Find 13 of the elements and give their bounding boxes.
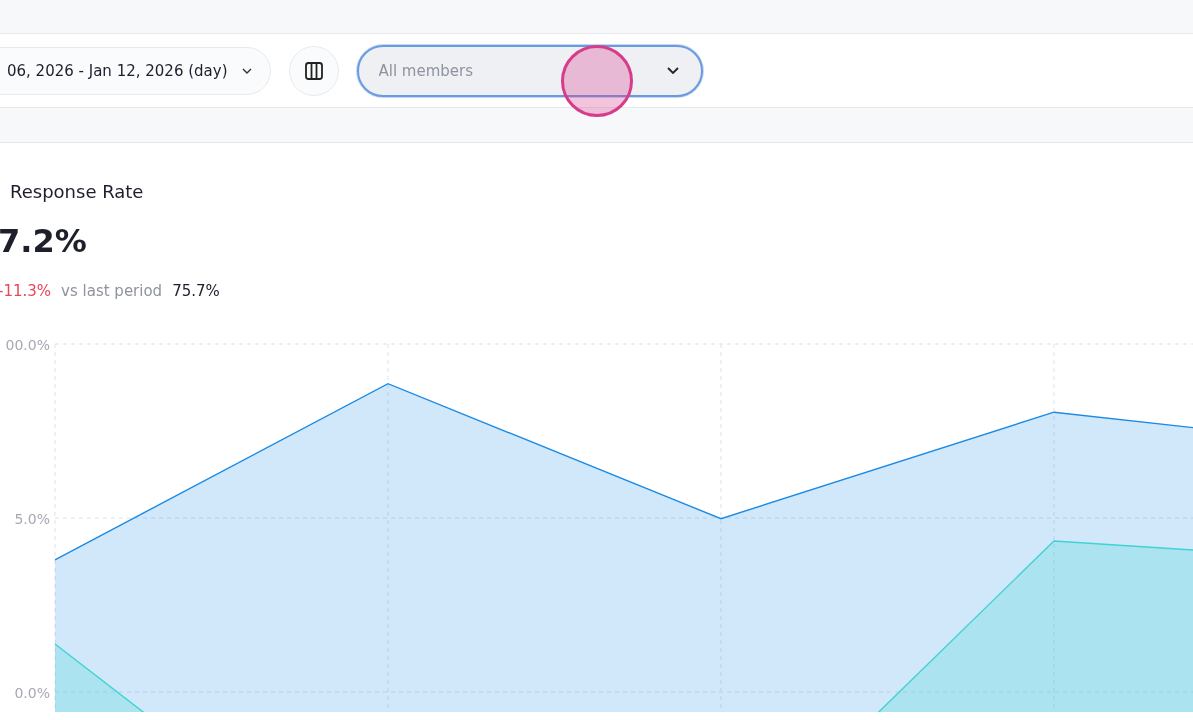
previous-value: 75.7%: [172, 282, 220, 300]
members-input[interactable]: All members: [376, 60, 621, 81]
chevron-down-icon: [666, 67, 679, 74]
columns-icon: [303, 60, 324, 81]
metric-value: 7.2%: [0, 222, 88, 260]
axis-tick-label: 0.0%: [14, 685, 50, 701]
members-select[interactable]: All members: [356, 44, 703, 97]
comparison-label: vs last period: [61, 282, 163, 300]
date-range-button[interactable]: 06, 2026 - Jan 12, 2026 (day): [0, 46, 271, 95]
axis-tick-label: 00.0%: [5, 337, 50, 353]
metric-title: Response Rate: [10, 181, 145, 202]
axis-tick-label: 5.0%: [14, 511, 50, 527]
chevron-down-icon: [241, 67, 252, 74]
